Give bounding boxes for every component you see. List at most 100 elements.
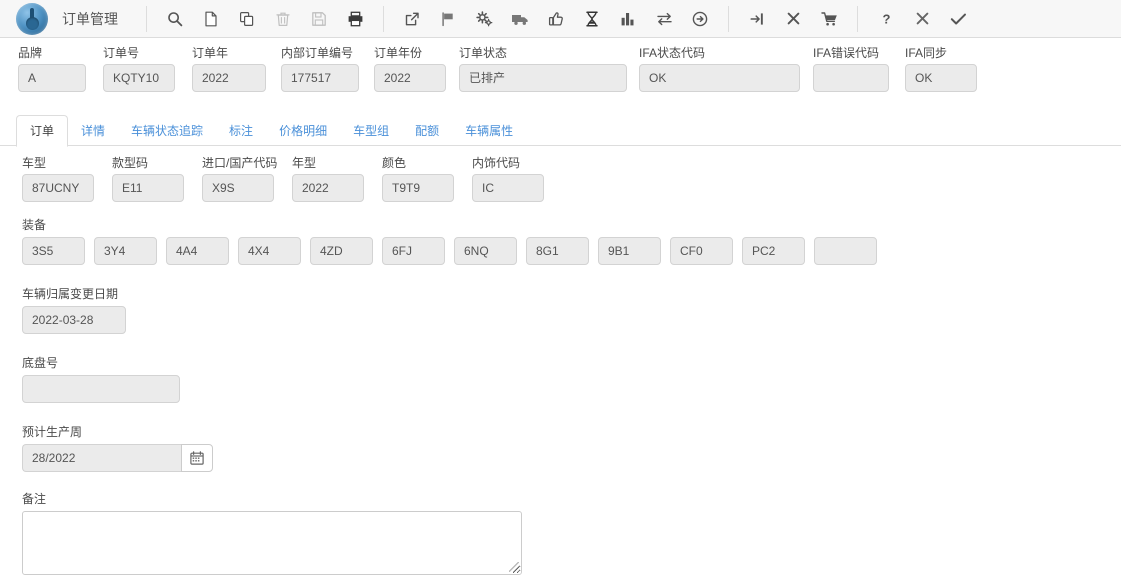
toolbar-divider — [728, 5, 729, 32]
app-title: 订单管理 — [62, 10, 118, 27]
tab-annotation[interactable]: 标注 — [216, 116, 266, 148]
color-input[interactable]: T9T9 — [382, 174, 454, 202]
tab-vehicle-attrs[interactable]: 车辆属性 — [452, 116, 526, 148]
production-week-input[interactable]: 28/2022 — [22, 444, 181, 472]
order-status-input[interactable]: 已排产 — [459, 64, 627, 92]
bar-chart-icon[interactable] — [615, 6, 641, 32]
equipment-section: 装备 3S5 3Y4 4A4 4X4 4ZD 6FJ 6NQ 8G1 9B1 CF0 PC2 — [22, 218, 1121, 265]
remarks-field: 备注 — [22, 492, 1121, 575]
field-model-year: 年型 2022 — [292, 156, 364, 202]
field-order-model-year: 订单年份 2022 — [374, 46, 446, 92]
equipment-code[interactable]: 9B1 — [598, 237, 661, 265]
model-type-label: 车型 — [22, 156, 47, 170]
ownership-change-date-field: 车辆归属变更日期 2022-03-28 — [22, 287, 1121, 334]
search-icon[interactable] — [162, 6, 188, 32]
gears-icon[interactable] — [471, 6, 497, 32]
toolbar-divider — [383, 5, 384, 32]
truck-icon[interactable] — [507, 6, 533, 32]
ifa-sync-label: IFA同步 — [905, 46, 948, 60]
order-year-input[interactable]: 2022 — [192, 64, 266, 92]
close-icon[interactable] — [780, 6, 806, 32]
import-domestic-label: 进口/国产代码 — [202, 156, 278, 170]
thumbs-up-icon[interactable] — [543, 6, 569, 32]
order-year-label: 订单年 — [192, 46, 229, 60]
field-order-status: 订单状态 已排产 — [459, 46, 627, 92]
equipment-code[interactable]: PC2 — [742, 237, 805, 265]
tab-vehicle-status[interactable]: 车辆状态追踪 — [118, 116, 216, 148]
model-year-label: 年型 — [292, 156, 317, 170]
equipment-code-list: 3S5 3Y4 4A4 4X4 4ZD 6FJ 6NQ 8G1 9B1 CF0 PC2 — [22, 237, 1121, 265]
cart-icon[interactable] — [816, 6, 842, 32]
save-icon[interactable] — [306, 6, 332, 32]
ifa-error-code-label: IFA错误代码 — [813, 46, 880, 60]
equipment-code[interactable] — [814, 237, 877, 265]
arrow-circle-right-icon[interactable] — [687, 6, 713, 32]
equipment-code[interactable]: 4ZD — [310, 237, 373, 265]
model-year-input[interactable]: 2022 — [292, 174, 364, 202]
ifa-sync-input[interactable]: OK — [905, 64, 977, 92]
tab-details[interactable]: 详情 — [68, 116, 118, 148]
brand-label: 品牌 — [18, 46, 43, 60]
sign-in-icon[interactable] — [744, 6, 770, 32]
tab-price-detail[interactable]: 价格明细 — [266, 116, 340, 148]
toolbar-divider — [146, 5, 147, 32]
trash-icon[interactable] — [270, 6, 296, 32]
internal-order-no-input[interactable]: 177517 — [281, 64, 359, 92]
order-tab-panel: 车型 87UCNY 款型码 E11 进口/国产代码 X9S 年型 2022 颜色 T9T9 内饰代码… — [0, 146, 1121, 575]
cancel-icon[interactable] — [909, 6, 935, 32]
new-document-icon[interactable] — [198, 6, 224, 32]
equipment-code[interactable]: 4A4 — [166, 237, 229, 265]
field-internal-order-no: 内部订单编号 177517 — [281, 46, 359, 92]
ownership-change-date-input[interactable]: 2022-03-28 — [22, 306, 126, 334]
model-code-label: 款型码 — [112, 156, 149, 170]
field-interior-code: 内饰代码 IC — [472, 156, 544, 202]
equipment-code[interactable]: 3S5 — [22, 237, 85, 265]
order-model-year-input[interactable]: 2022 — [374, 64, 446, 92]
equipment-code[interactable]: 6NQ — [454, 237, 517, 265]
equipment-code[interactable]: 8G1 — [526, 237, 589, 265]
top-toolbar: 订单管理 ? — [0, 0, 1121, 38]
ifa-error-code-input[interactable] — [813, 64, 889, 92]
field-ifa-status-code: IFA状态代码 OK — [639, 46, 800, 92]
flag-icon[interactable] — [435, 6, 461, 32]
chassis-number-input[interactable] — [22, 375, 180, 403]
chassis-number-field: 底盘号 — [22, 356, 1121, 403]
transfer-icon[interactable] — [651, 6, 677, 32]
svg-text:?: ? — [882, 11, 890, 26]
model-code-input[interactable]: E11 — [112, 174, 184, 202]
equipment-code[interactable]: 6FJ — [382, 237, 445, 265]
interior-code-input[interactable]: IC — [472, 174, 544, 202]
order-header-form: 品牌 A 订单号 KQTY10 订单年 2022 内部订单编号 177517 订单年份 2022 订… — [0, 38, 1121, 106]
share-icon[interactable] — [399, 6, 425, 32]
equipment-code[interactable]: 3Y4 — [94, 237, 157, 265]
toolbar-divider — [857, 5, 858, 32]
production-week-field: 预计生产周 28/2022 — [22, 425, 1121, 472]
copy-icon[interactable] — [234, 6, 260, 32]
help-icon[interactable]: ? — [873, 6, 899, 32]
calendar-icon[interactable] — [181, 444, 213, 472]
production-week-label: 预计生产周 — [22, 425, 83, 439]
remarks-textarea[interactable] — [22, 511, 522, 575]
equipment-code[interactable]: CF0 — [670, 237, 733, 265]
tab-quota[interactable]: 配额 — [402, 116, 452, 148]
vehicle-info-row: 车型 87UCNY 款型码 E11 进口/国产代码 X9S 年型 2022 颜色 T9T9 内饰代码… — [22, 156, 1121, 212]
interior-code-label: 内饰代码 — [472, 156, 521, 170]
brand-input[interactable]: A — [18, 64, 86, 92]
order-model-year-label: 订单年份 — [374, 46, 423, 60]
app-logo-icon — [16, 2, 48, 35]
tab-model-group[interactable]: 车型组 — [340, 116, 402, 148]
model-type-input[interactable]: 87UCNY — [22, 174, 94, 202]
hourglass-icon[interactable] — [579, 6, 605, 32]
equipment-code[interactable]: 4X4 — [238, 237, 301, 265]
import-domestic-input[interactable]: X9S — [202, 174, 274, 202]
field-order-number: 订单号 KQTY10 — [103, 46, 175, 92]
order-number-input[interactable]: KQTY10 — [103, 64, 175, 92]
tab-order[interactable]: 订单 — [16, 115, 69, 147]
ifa-status-code-label: IFA状态代码 — [639, 46, 706, 60]
print-icon[interactable] — [342, 6, 368, 32]
order-status-label: 订单状态 — [459, 46, 508, 60]
field-color: 颜色 T9T9 — [382, 156, 454, 202]
ifa-status-code-input[interactable]: OK — [639, 64, 800, 92]
color-label: 颜色 — [382, 156, 407, 170]
confirm-icon[interactable] — [945, 6, 971, 32]
